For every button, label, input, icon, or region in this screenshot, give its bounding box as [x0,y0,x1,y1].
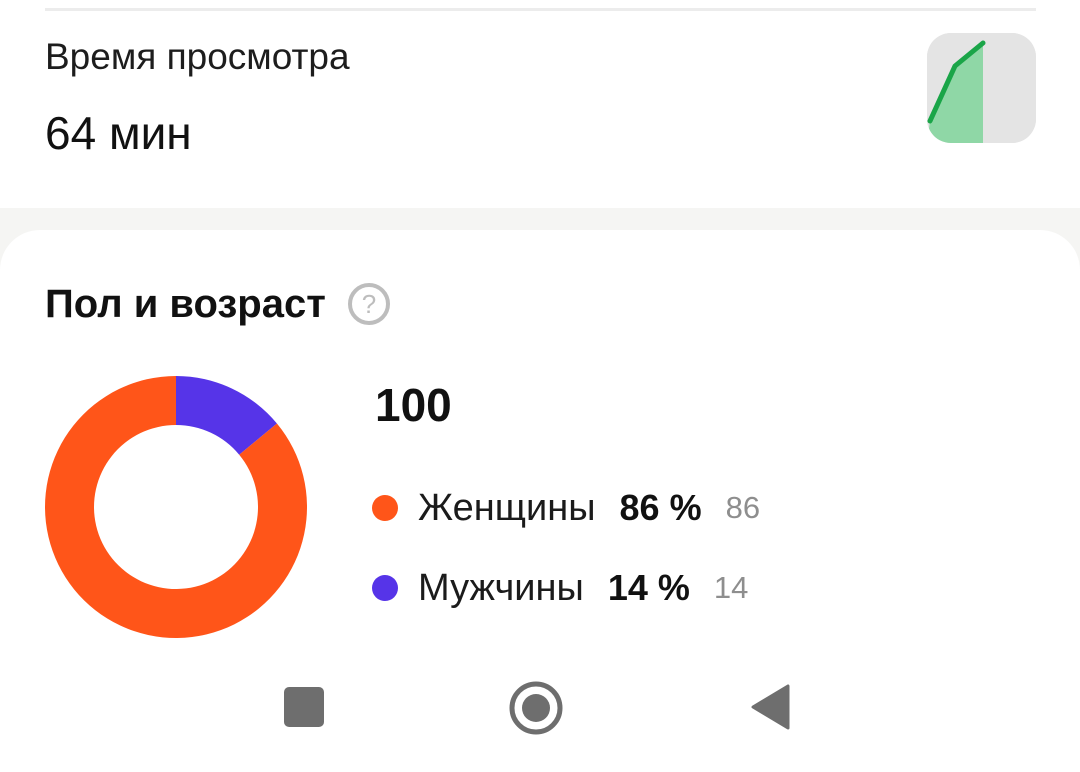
legend-label: Женщины [418,486,596,529]
divider [45,8,1036,11]
watch-time-value: 64 мин [45,107,192,159]
section-title: Пол и возраст [45,282,326,326]
legend-dot-men [372,575,398,601]
sparkline-chart [927,33,1036,143]
watch-time-label: Время просмотра [45,36,350,77]
home-circle-icon[interactable] [508,680,564,736]
legend-count: 14 [713,570,749,605]
legend-dot-women [372,495,398,521]
legend-percent: 14 % [607,567,690,608]
legend-count: 86 [725,490,761,525]
gender-donut-chart [45,376,307,638]
legend-label: Мужчины [418,566,584,609]
question-circle-icon[interactable]: ? [347,282,391,326]
legend-item-men: Мужчины 14 % 14 [372,563,748,613]
audience-total: 100 [375,379,452,431]
legend-percent: 86 % [619,487,702,528]
square-icon[interactable] [284,687,324,727]
watch-time-card[interactable]: Время просмотра 64 мин [0,0,1080,208]
legend-item-women: Женщины 86 % 86 [372,483,760,533]
system-nav-bar [0,645,1080,772]
sparkline-thumbnail[interactable] [927,33,1036,143]
back-triangle-icon[interactable] [750,684,790,730]
svg-text:?: ? [362,289,376,319]
